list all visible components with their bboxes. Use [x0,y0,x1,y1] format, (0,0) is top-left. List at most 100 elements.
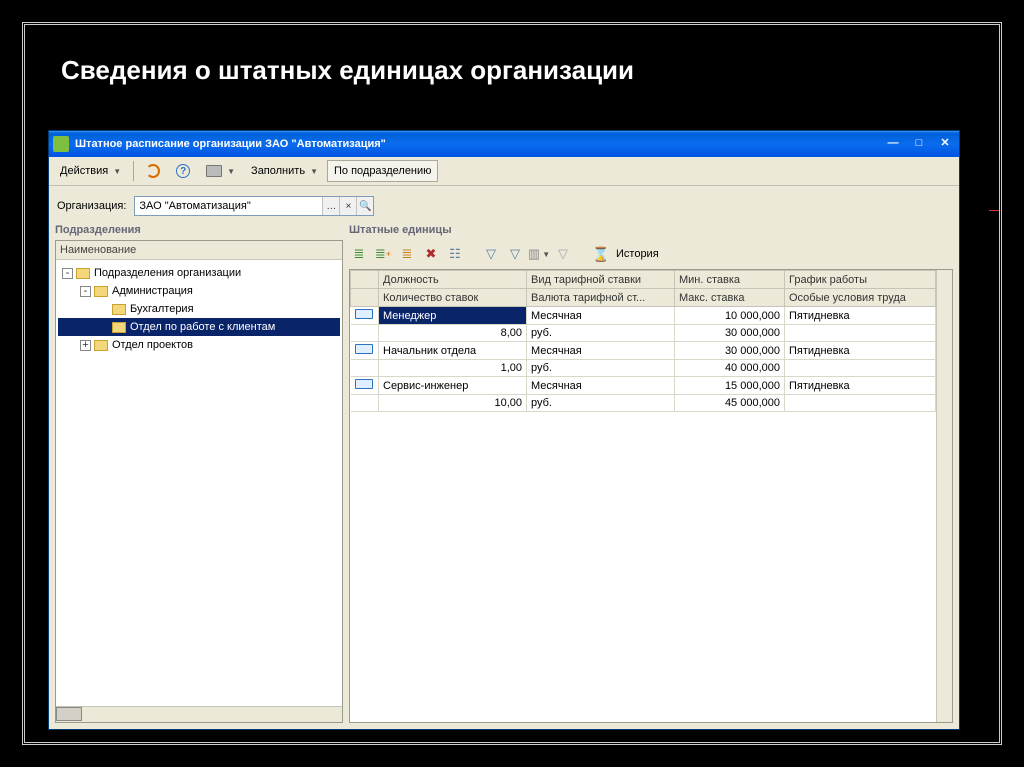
actions-menu[interactable]: Действия▼ [53,160,128,182]
main-toolbar: Действия▼ ? ▼ Заполнить▼ По подразделени… [49,157,959,186]
cell-schedule[interactable]: Пятидневка [785,377,936,395]
cell-schedule[interactable]: Пятидневка [785,342,936,360]
sort-button[interactable]: ▽ [553,244,573,264]
column-header[interactable]: График работы [785,271,936,289]
org-row: Организация: … × 🔍 [49,186,959,222]
cell-currency[interactable]: руб. [527,360,675,377]
org-clear-button[interactable]: × [339,197,356,215]
hierarchy-button[interactable]: ☷ [445,244,465,264]
table-row-sub[interactable]: 10,00руб.45 000,000 [351,395,936,412]
table-row[interactable]: МенеджерМесячная10 000,000Пятидневка [351,307,936,325]
cell-currency[interactable]: руб. [527,395,675,412]
print-icon [206,165,222,177]
right-panel: Штатные единицы ≣ ≣+ ≣ ✖ ☷ ▽ ▽ ▥▼ ▽ ⌛ Ис… [349,222,953,723]
cell-quantity[interactable]: 1,00 [379,360,527,377]
cell-min-rate[interactable]: 10 000,000 [675,307,785,325]
cell-schedule[interactable]: Пятидневка [785,307,936,325]
cell-conditions[interactable] [785,360,936,377]
cell-rate-type[interactable]: Месячная [527,342,675,360]
grid-vscroll[interactable] [936,270,952,722]
row-icon-cell [351,342,379,360]
fill-menu[interactable]: Заполнить▼ [244,160,325,182]
cell-rate-type[interactable]: Месячная [527,377,675,395]
row-icon [355,309,373,319]
row-icon-cell [351,377,379,395]
tree-header: Наименование [56,241,342,260]
column-header[interactable] [351,271,379,289]
minimize-button[interactable]: — [883,135,903,153]
row-icon [355,379,373,389]
maximize-button[interactable]: □ [909,135,929,153]
org-input[interactable] [135,197,322,215]
add-copy-button[interactable]: ≣+ [373,244,393,264]
right-panel-title: Штатные единицы [349,222,953,240]
filter-off-button[interactable]: ▽ [505,244,525,264]
tree-item[interactable]: +Отдел проектов [58,336,340,354]
org-search-button[interactable]: 🔍 [356,197,373,215]
cell-quantity[interactable]: 10,00 [379,395,527,412]
column-header[interactable] [351,289,379,307]
tree-item-label: Подразделения организации [94,267,241,279]
help-icon: ? [176,164,190,178]
org-select-button[interactable]: … [322,197,339,215]
tree-hscroll[interactable] [56,706,342,722]
grid[interactable]: ДолжностьВид тарифной ставкиМин. ставкаГ… [350,270,936,412]
cell-position[interactable]: Начальник отдела [379,342,527,360]
org-combo[interactable]: … × 🔍 [134,196,374,216]
tree-item-label: Бухгалтерия [130,303,194,315]
table-row-sub[interactable]: 1,00руб.40 000,000 [351,360,936,377]
column-header[interactable]: Валюта тарифной ст... [527,289,675,307]
close-button[interactable]: ✕ [935,135,955,153]
decoration-tick [989,210,999,211]
refresh-icon [146,164,160,178]
row-icon-cell [351,307,379,325]
column-header[interactable]: Должность [379,271,527,289]
column-header[interactable]: Особые условия труда [785,289,936,307]
tree-item-label: Администрация [112,285,193,297]
delete-button[interactable]: ✖ [421,244,441,264]
cell-position[interactable]: Менеджер [379,307,527,325]
column-header[interactable]: Мин. ставка [675,271,785,289]
cell-min-rate[interactable]: 30 000,000 [675,342,785,360]
column-header[interactable]: Вид тарифной ставки [527,271,675,289]
tree-expander[interactable]: + [80,340,91,351]
cell-min-rate[interactable]: 15 000,000 [675,377,785,395]
tree-item[interactable]: Отдел по работе с клиентам [58,318,340,336]
tree-expander[interactable]: - [62,268,73,279]
cell-max-rate[interactable]: 45 000,000 [675,395,785,412]
cell-rate-type[interactable]: Месячная [527,307,675,325]
by-department-button[interactable]: По подразделению [327,160,438,182]
table-row[interactable]: Начальник отделаМесячная30 000,000Пятидн… [351,342,936,360]
app-icon [53,136,69,152]
actions-label: Действия [60,165,108,177]
add-button[interactable]: ≣ [349,244,369,264]
filter-button[interactable]: ▽ [481,244,501,264]
column-header[interactable]: Макс. ставка [675,289,785,307]
titlebar: Штатное расписание организации ЗАО "Авто… [49,131,959,157]
help-button[interactable]: ? [169,160,197,182]
cell-position[interactable]: Сервис-инженер [379,377,527,395]
cell-currency[interactable]: руб. [527,325,675,342]
history-icon: ⌛ [591,244,611,264]
tree-item[interactable]: - Администрация [58,282,340,300]
cell-max-rate[interactable]: 40 000,000 [675,360,785,377]
cell-conditions[interactable] [785,325,936,342]
slide-title: Сведения о штатных единицах организации [31,35,993,96]
left-panel: Подразделения Наименование -Подразделени… [55,222,343,723]
cell-conditions[interactable] [785,395,936,412]
cell-max-rate[interactable]: 30 000,000 [675,325,785,342]
edit-button[interactable]: ≣ [397,244,417,264]
row-icon [355,344,373,354]
tree-expander[interactable]: - [80,286,91,297]
table-row[interactable]: Сервис-инженерМесячная15 000,000Пятиднев… [351,377,936,395]
print-button[interactable]: ▼ [199,160,242,182]
column-header[interactable]: Количество ставок [379,289,527,307]
cell-quantity[interactable]: 8,00 [379,325,527,342]
history-button[interactable]: История [615,243,666,265]
columns-button[interactable]: ▥▼ [529,244,549,264]
tree-item[interactable]: Бухгалтерия [58,300,340,318]
refresh-button[interactable] [139,160,167,182]
tree[interactable]: -Подразделения организации-Администрация… [56,260,342,706]
tree-item[interactable]: - Подразделения организации [58,264,340,282]
table-row-sub[interactable]: 8,00руб.30 000,000 [351,325,936,342]
